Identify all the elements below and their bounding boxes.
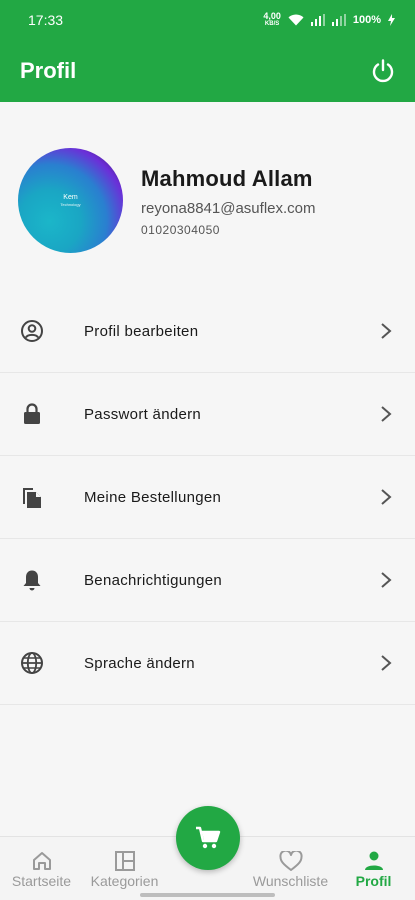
chevron-right-icon — [381, 406, 392, 422]
heart-icon — [278, 851, 303, 871]
menu-item-label: Profil bearbeiten — [84, 322, 199, 340]
menu-item-notifications[interactable]: Benachrichtigungen — [0, 539, 415, 622]
nav-item-label: Kategorien — [90, 873, 159, 889]
user-email: reyona8841@asuflex.com — [141, 200, 316, 217]
profile-header: Kem Technology Mahmoud Allam reyona8841@… — [18, 148, 398, 256]
user-phone: 01020304050 — [141, 223, 220, 237]
home-icon — [32, 852, 51, 870]
nav-item-categories[interactable]: Kategorien — [83, 837, 166, 900]
menu-item-edit-profile[interactable]: Profil bearbeiten — [0, 290, 415, 373]
chevron-right-icon — [381, 323, 392, 339]
nav-item-wishlist[interactable]: Wunschliste — [249, 837, 332, 900]
avatar[interactable]: Kem Technology — [18, 148, 123, 253]
chevron-right-icon — [381, 489, 392, 505]
status-bar: 17:33 4,00 KB/S 100% — [0, 0, 415, 40]
nav-item-label: Startseite — [11, 873, 72, 889]
settings-menu: Profil bearbeiten Passwort ändern Meine … — [0, 290, 415, 705]
menu-item-label: Benachrichtigungen — [84, 571, 222, 589]
chevron-right-icon — [381, 572, 392, 588]
lock-icon — [20, 402, 44, 426]
user-name: Mahmoud Allam — [141, 166, 313, 191]
menu-item-label: Meine Bestellungen — [84, 488, 222, 506]
battery-level: 100% — [352, 14, 381, 26]
globe-icon — [20, 651, 44, 675]
signal-icon — [310, 14, 325, 26]
account-circle-icon — [20, 319, 44, 343]
wifi-icon — [288, 14, 304, 26]
nav-item-home[interactable]: Startseite — [0, 837, 83, 900]
signal-icon-2 — [331, 14, 346, 26]
avatar-subtext: Technology — [60, 202, 81, 207]
power-icon — [372, 59, 394, 83]
menu-item-change-language[interactable]: Sprache ändern — [0, 622, 415, 705]
grid-icon — [114, 851, 135, 871]
app-bar: Profil — [0, 40, 415, 102]
cart-button[interactable] — [176, 806, 240, 870]
network-speed: 4,00 KB/S — [263, 11, 281, 28]
menu-item-my-orders[interactable]: Meine Bestellungen — [0, 456, 415, 539]
status-time: 17:33 — [28, 12, 64, 28]
copy-document-icon — [20, 485, 44, 509]
menu-item-label: Sprache ändern — [84, 654, 195, 672]
logout-button[interactable] — [367, 55, 399, 87]
page-title: Profil — [20, 58, 77, 83]
charging-icon — [388, 14, 395, 26]
chevron-right-icon — [381, 655, 392, 671]
nav-item-profile[interactable]: Profil — [332, 837, 415, 900]
nav-item-label: Profil — [355, 873, 392, 889]
cart-icon — [196, 826, 221, 849]
home-indicator — [140, 893, 275, 897]
menu-item-label: Passwort ändern — [84, 405, 202, 423]
bell-icon — [20, 568, 44, 592]
person-icon — [364, 851, 383, 870]
nav-item-label: Wunschliste — [252, 873, 329, 889]
status-icons: 4,00 KB/S 100% — [263, 12, 395, 28]
menu-item-change-password[interactable]: Passwort ändern — [0, 373, 415, 456]
avatar-text: Kem — [63, 194, 78, 201]
